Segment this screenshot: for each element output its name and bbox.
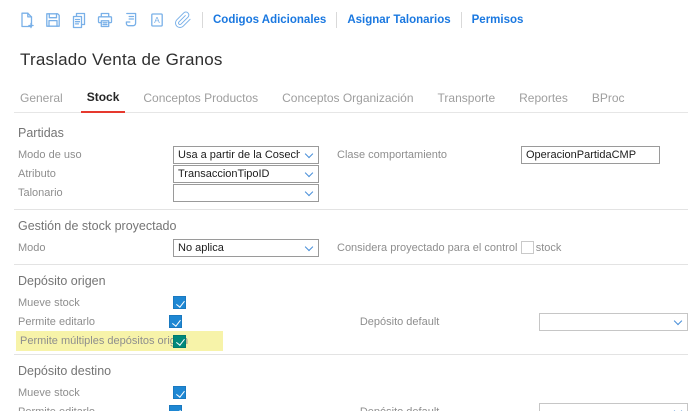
copy-icon[interactable] xyxy=(70,11,88,29)
mueve-stock-destino-checkbox[interactable] xyxy=(173,386,186,399)
deposito-default-origen-select[interactable] xyxy=(539,313,688,331)
tab-general[interactable]: General xyxy=(14,91,69,112)
field-row-mueve-stock-origen: Mueve stock xyxy=(14,293,688,312)
tab-conceptos-organizacion[interactable]: Conceptos Organización xyxy=(276,91,419,112)
permite-editarlo-label: Permite editarlo xyxy=(18,406,169,411)
tab-reportes[interactable]: Reportes xyxy=(513,91,574,112)
permite-editarlo-destino-checkbox[interactable] xyxy=(169,405,182,411)
new-document-icon[interactable] xyxy=(18,11,36,29)
toolbar-separator xyxy=(336,12,337,28)
toolbar-separator xyxy=(202,12,203,28)
field-row-atributo: Atributo TransaccionTipoID xyxy=(14,164,688,183)
chevron-down-icon xyxy=(674,407,682,411)
chevron-down-icon xyxy=(674,317,682,325)
atributo-label: Atributo xyxy=(18,168,173,180)
section-title-partidas: Partidas xyxy=(14,126,688,140)
field-row-modo-de-uso: Modo de uso Usa a partir de la Cosecha C… xyxy=(14,145,688,164)
divider xyxy=(14,264,688,265)
tab-conceptos-productos[interactable]: Conceptos Productos xyxy=(137,91,264,112)
attachment-icon[interactable] xyxy=(174,11,192,29)
field-row-permite-editarlo-origen: Permite editarlo Depósito default xyxy=(14,312,688,331)
toolbar-separator xyxy=(461,12,462,28)
receipt-icon[interactable] xyxy=(122,11,140,29)
codigos-adicionales-link[interactable]: Codigos Adicionales xyxy=(213,14,326,26)
considera-proyectado-label: Considera proyectado para el control de … xyxy=(337,242,521,254)
deposito-default-origen-label: Depósito default xyxy=(360,316,539,328)
permite-editarlo-origen-checkbox[interactable] xyxy=(169,315,182,328)
field-row-talonario: Talonario xyxy=(14,183,688,202)
divider xyxy=(14,209,688,210)
divider xyxy=(14,354,688,355)
tab-bproc[interactable]: BProc xyxy=(586,91,631,112)
tab-bar: General Stock Conceptos Productos Concep… xyxy=(14,90,688,113)
permite-multiples-checkbox[interactable] xyxy=(173,335,186,348)
clase-comportamiento-label: Clase comportamiento xyxy=(337,149,521,161)
tab-stock[interactable]: Stock xyxy=(81,90,126,113)
section-title-deposito-destino: Depósito destino xyxy=(14,364,688,378)
considera-proyectado-checkbox[interactable] xyxy=(521,241,534,254)
save-icon[interactable] xyxy=(44,11,62,29)
modo-select[interactable]: No aplica xyxy=(173,239,319,257)
deposito-default-destino-select[interactable] xyxy=(539,403,688,411)
modo-de-uso-select[interactable]: Usa a partir de la Cosecha xyxy=(173,146,319,164)
talonario-select[interactable] xyxy=(173,184,319,202)
mueve-stock-origen-checkbox[interactable] xyxy=(173,296,186,309)
section-title-deposito-origen: Depósito origen xyxy=(14,274,688,288)
chevron-down-icon xyxy=(305,188,313,196)
field-row-mueve-stock-destino: Mueve stock xyxy=(14,383,688,402)
field-row-permite-multiples: Permite múltiples depósitos origen xyxy=(14,331,688,351)
chevron-down-icon xyxy=(305,169,313,177)
permisos-link[interactable]: Permisos xyxy=(472,14,524,26)
svg-text:A: A xyxy=(154,15,160,25)
mueve-stock-label: Mueve stock xyxy=(18,297,173,309)
modo-de-uso-label: Modo de uso xyxy=(18,149,173,161)
modo-label: Modo xyxy=(18,242,173,254)
document-a-icon[interactable]: A xyxy=(148,11,166,29)
chevron-down-icon xyxy=(305,150,313,158)
asignar-talonarios-link[interactable]: Asignar Talonarios xyxy=(347,14,450,26)
print-icon[interactable] xyxy=(96,11,114,29)
tab-transporte[interactable]: Transporte xyxy=(432,91,502,112)
field-row-permite-editarlo-destino: Permite editarlo Depósito default xyxy=(14,402,688,411)
mueve-stock-label: Mueve stock xyxy=(18,387,173,399)
highlight-annotation: Permite múltiples depósitos origen xyxy=(16,331,223,351)
toolbar-icons: A xyxy=(18,11,192,29)
permite-editarlo-label: Permite editarlo xyxy=(18,316,169,328)
field-row-modo: Modo No aplica Considera proyectado para… xyxy=(14,238,688,257)
permite-multiples-label: Permite múltiples depósitos origen xyxy=(18,335,173,347)
clase-comportamiento-input[interactable] xyxy=(521,146,660,164)
atributo-select[interactable]: TransaccionTipoID xyxy=(173,165,319,183)
page-title: Traslado Venta de Granos xyxy=(20,50,690,70)
stock-tab-panel: Partidas Modo de uso Usa a partir de la … xyxy=(14,126,688,411)
toolbar: A Codigos Adicionales Asignar Talonarios… xyxy=(0,0,690,31)
talonario-label: Talonario xyxy=(18,187,173,199)
chevron-down-icon xyxy=(305,243,313,251)
section-title-gestion-stock: Gestión de stock proyectado xyxy=(14,219,688,233)
deposito-default-destino-label: Depósito default xyxy=(360,406,539,411)
